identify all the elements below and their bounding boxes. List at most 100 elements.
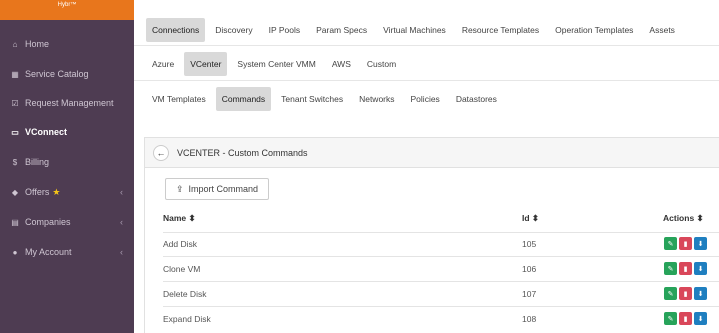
sidebar-item-label: Request Management — [25, 98, 114, 108]
table-cell-id: 106 — [522, 264, 537, 274]
tab-policies[interactable]: Policies — [405, 87, 446, 111]
column-header-id[interactable]: Id ⬍ — [522, 213, 539, 224]
tab-vm-templates[interactable]: VM Templates — [146, 87, 212, 111]
sidebar-item-service-catalog[interactable]: ▦ Service Catalog — [0, 63, 134, 85]
edit-button[interactable]: ✎ — [664, 262, 677, 275]
import-command-label: Import Command — [188, 184, 259, 194]
row-actions: ✎ ▮ ⬇ — [664, 237, 707, 250]
tab-networks[interactable]: Networks — [353, 87, 400, 111]
briefcase-icon: ▦ — [11, 69, 19, 79]
sidebar-item-request-management[interactable]: ☑ Request Management — [0, 92, 134, 114]
divider — [134, 80, 719, 81]
tab-commands[interactable]: Commands — [215, 87, 272, 111]
panel-header: ← VCENTER - Custom Commands — [145, 138, 719, 168]
user-icon: ● — [12, 247, 18, 257]
row-actions: ✎ ▮ ⬇ — [664, 312, 707, 325]
table-cell-name: Expand Disk — [163, 314, 211, 324]
tabs-providers: Azure VCenter System Center VMM AWS Cust… — [146, 52, 406, 76]
delete-button[interactable]: ▮ — [679, 262, 692, 275]
table-cell-name: Clone VM — [163, 264, 201, 274]
column-header-actions[interactable]: Actions ⬍ — [663, 213, 704, 224]
sidebar-item-offers[interactable]: ◆ Offers ★ ‹ — [0, 181, 134, 203]
upload-icon: ⇪ — [175, 183, 184, 194]
sidebar-item-billing[interactable]: $ Billing — [0, 151, 134, 173]
sidebar-item-label: Companies — [25, 217, 71, 227]
tab-param-specs[interactable]: Param Specs — [310, 18, 373, 42]
sidebar-item-home[interactable]: ⌂ Home — [0, 33, 134, 55]
sidebar: Hybr™ ⌂ Home ▦ Service Catalog ☑ Request… — [0, 0, 134, 333]
table-divider — [163, 232, 719, 233]
pencil-icon: ✎ — [667, 290, 674, 298]
tab-assets[interactable]: Assets — [643, 18, 681, 42]
sidebar-item-my-account[interactable]: ● My Account ‹ — [0, 241, 134, 263]
trash-icon: ▮ — [683, 290, 688, 298]
tab-system-center-vmm[interactable]: System Center VMM — [231, 52, 321, 76]
sidebar-item-label: Offers — [25, 187, 50, 197]
sidebar-item-label: My Account — [25, 247, 72, 257]
dollar-icon: $ — [12, 157, 18, 167]
download-button[interactable]: ⬇ — [694, 287, 707, 300]
column-header-name[interactable]: Name ⬍ — [163, 213, 196, 224]
brand-logo: Hybr™ — [0, 0, 134, 20]
sidebar-item-label: VConnect — [25, 127, 68, 137]
sidebar-item-label: Billing — [25, 157, 50, 167]
main-content: Connections Discovery IP Pools Param Spe… — [134, 0, 719, 333]
tab-azure[interactable]: Azure — [146, 52, 180, 76]
arrow-left-icon: ← — [156, 147, 166, 158]
panel-title: VCENTER - Custom Commands — [177, 147, 308, 158]
download-button[interactable]: ⬇ — [694, 237, 707, 250]
sidebar-item-companies[interactable]: ▤ Companies ‹ — [0, 211, 134, 233]
delete-button[interactable]: ▮ — [679, 237, 692, 250]
table-cell-name: Delete Disk — [163, 289, 207, 299]
sidebar-item-vconnect[interactable]: ▭ VConnect — [0, 121, 134, 143]
trash-icon: ▮ — [683, 240, 688, 248]
tab-vcenter[interactable]: VCenter — [184, 52, 228, 76]
sidebar-item-label: Service Catalog — [25, 69, 89, 79]
delete-button[interactable]: ▮ — [679, 287, 692, 300]
pencil-icon: ✎ — [667, 240, 674, 248]
tab-tenant-switches[interactable]: Tenant Switches — [275, 87, 349, 111]
chevron-left-icon: ‹ — [120, 217, 123, 227]
table-cell-name: Add Disk — [163, 239, 198, 249]
monitor-icon: ▭ — [11, 127, 19, 137]
download-icon: ⬇ — [697, 240, 704, 248]
trash-icon: ▮ — [683, 315, 688, 323]
sidebar-item-label: Home — [25, 39, 50, 49]
tab-resource-templates[interactable]: Resource Templates — [456, 18, 545, 42]
table-divider — [163, 256, 719, 257]
table-cell-id: 107 — [522, 289, 537, 299]
tab-datastores[interactable]: Datastores — [450, 87, 503, 111]
edit-button[interactable]: ✎ — [664, 312, 677, 325]
edit-button[interactable]: ✎ — [664, 287, 677, 300]
trash-icon: ▮ — [683, 265, 688, 273]
commands-panel: ← VCENTER - Custom Commands ⇪ Import Com… — [144, 137, 719, 333]
tab-ip-pools[interactable]: IP Pools — [263, 18, 307, 42]
row-actions: ✎ ▮ ⬇ — [664, 287, 707, 300]
download-icon: ⬇ — [697, 290, 704, 298]
pencil-icon: ✎ — [667, 265, 674, 273]
tag-icon: ◆ — [11, 187, 19, 197]
divider — [134, 45, 719, 46]
tab-virtual-machines[interactable]: Virtual Machines — [377, 18, 452, 42]
tab-aws[interactable]: AWS — [326, 52, 357, 76]
tab-custom[interactable]: Custom — [361, 52, 402, 76]
tabs-primary: Connections Discovery IP Pools Param Spe… — [146, 18, 685, 42]
import-command-button[interactable]: ⇪ Import Command — [165, 178, 269, 200]
building-icon: ▤ — [11, 217, 19, 227]
back-button[interactable]: ← — [153, 144, 169, 161]
delete-button[interactable]: ▮ — [679, 312, 692, 325]
download-icon: ⬇ — [697, 315, 704, 323]
tab-discovery[interactable]: Discovery — [209, 18, 258, 42]
tab-connections[interactable]: Connections — [146, 18, 206, 42]
edit-button[interactable]: ✎ — [664, 237, 677, 250]
tab-operation-templates[interactable]: Operation Templates — [549, 18, 639, 42]
table-divider — [163, 281, 719, 282]
tabs-vcenter-sections: VM Templates Commands Tenant Switches Ne… — [146, 87, 507, 111]
download-button[interactable]: ⬇ — [694, 262, 707, 275]
table-cell-id: 105 — [522, 239, 537, 249]
download-button[interactable]: ⬇ — [694, 312, 707, 325]
table-cell-id: 108 — [522, 314, 537, 324]
home-icon: ⌂ — [12, 39, 18, 49]
download-icon: ⬇ — [697, 265, 704, 273]
table-divider — [163, 306, 719, 307]
